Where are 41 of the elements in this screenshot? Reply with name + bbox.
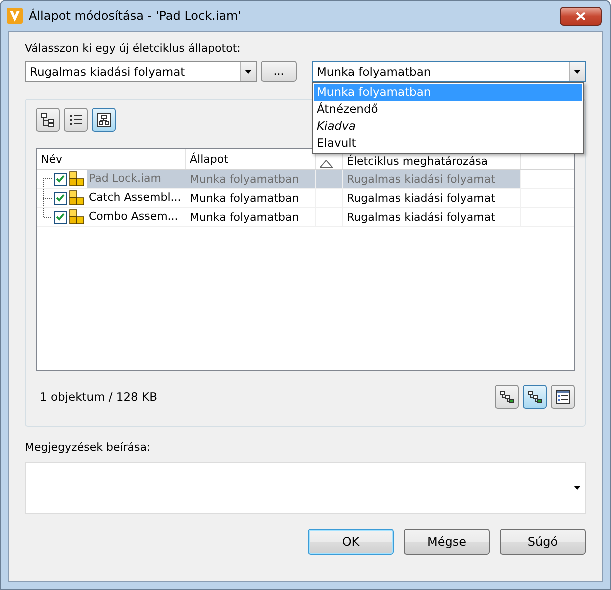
dialog-button[interactable]: Mégse: [404, 529, 490, 555]
view-button[interactable]: [36, 108, 60, 132]
dialog-button[interactable]: OK: [308, 529, 394, 555]
state-select[interactable]: Munka folyamatban: [312, 61, 586, 82]
column-header[interactable]: Életciklus meghatározása: [343, 149, 521, 169]
window-title: Állapot módosítása - 'Pad Lock.iam': [29, 9, 243, 23]
view-button[interactable]: [495, 385, 519, 409]
tree-icon: [40, 112, 56, 128]
notes-label: Megjegyzések beírása:: [25, 441, 152, 454]
hierarchy-icon: [499, 389, 515, 405]
file-name-cell: Pad Lock.iam: [87, 170, 186, 188]
view-button[interactable]: [92, 108, 116, 132]
dialog-button[interactable]: Súgó: [500, 529, 586, 555]
dropdown-arrow-icon: [574, 70, 581, 74]
dropdown-arrow-icon: [574, 486, 581, 490]
list-icon: [68, 112, 84, 128]
view-button[interactable]: [551, 385, 575, 409]
row-checkbox[interactable]: [54, 192, 67, 204]
app-logo-icon: [7, 8, 23, 24]
view-button[interactable]: [523, 385, 547, 409]
assembly-icon: [69, 190, 85, 206]
close-icon: [576, 12, 586, 20]
structure-icon: [96, 112, 112, 128]
definition-select[interactable]: Rugalmas kiadási folyamat: [25, 61, 257, 82]
assembly-icon: [69, 171, 85, 187]
browse-button[interactable]: ...: [261, 61, 297, 82]
column-header[interactable]: Név: [37, 149, 186, 169]
view-button[interactable]: [64, 108, 88, 132]
definition-cell: Rugalmas kiadási folyamat: [343, 170, 521, 188]
dropdown-arrow-icon: [245, 70, 252, 74]
assembly-icon: [69, 209, 85, 225]
hierarchy-icon: [527, 389, 543, 405]
sort-icon[interactable]: [320, 160, 333, 168]
lifecycle-label: Válasszon ki egy új életciklus állapotot:: [25, 42, 242, 55]
close-button[interactable]: [560, 6, 602, 26]
status-text: 1 objektum / 128 KB: [39, 390, 158, 404]
row-checkbox[interactable]: [54, 210, 67, 224]
row-checkbox[interactable]: [54, 172, 67, 186]
details-icon: [555, 389, 571, 405]
state-cell: Munka folyamatban: [186, 170, 316, 188]
column-header[interactable]: Állapot: [186, 149, 316, 169]
